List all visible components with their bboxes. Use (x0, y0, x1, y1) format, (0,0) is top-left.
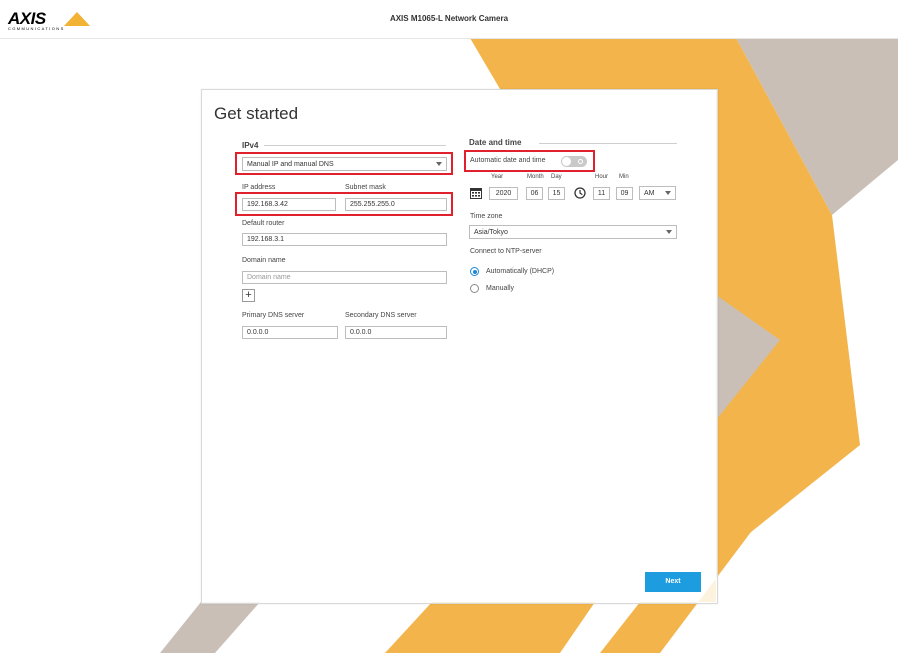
clock-icon[interactable] (574, 187, 586, 199)
primary-dns-input[interactable]: 0.0.0.0 (242, 326, 338, 339)
ampm-value: AM (644, 190, 655, 197)
next-button[interactable]: Next (645, 572, 701, 592)
hour-input[interactable]: 11 (593, 187, 610, 200)
hour-label: Hour (595, 174, 609, 180)
ipv4-section-title: IPv4 (242, 141, 259, 150)
default-router-input[interactable]: 192.168.3.1 (242, 233, 447, 246)
timezone-select[interactable]: Asia/Tokyo (469, 225, 677, 239)
domain-name-label: Domain name (242, 257, 286, 264)
timezone-label: Time zone (470, 213, 503, 220)
ntp-auto-label: Automatically (DHCP) (486, 268, 555, 275)
domain-name-input[interactable]: Domain name (242, 271, 447, 284)
calendar-icon[interactable] (470, 187, 482, 199)
ip-address-label: IP address (242, 184, 276, 191)
add-domain-button[interactable]: + (242, 289, 255, 302)
default-router-label: Default router (242, 220, 285, 227)
app-title: AXIS M1065-L Network Camera (389, 14, 509, 23)
logo-subtitle: COMMUNICATIONS (8, 26, 65, 31)
day-input[interactable]: 15 (548, 187, 565, 200)
year-input[interactable]: 2020 (489, 187, 518, 200)
ntp-auto-radio[interactable] (470, 267, 479, 276)
min-input[interactable]: 09 (616, 187, 633, 200)
subnet-mask-label: Subnet mask (345, 184, 386, 191)
secondary-dns-input[interactable]: 0.0.0.0 (345, 326, 447, 339)
highlight-auto-datetime (464, 150, 595, 172)
chevron-down-icon (665, 191, 671, 195)
top-bar: AXIS COMMUNICATIONS AXIS M1065-L Network… (0, 0, 898, 39)
month-label: Month (527, 174, 544, 180)
ampm-select[interactable]: AM (639, 186, 676, 200)
ntp-manual-radio[interactable] (470, 284, 479, 293)
ipv4-divider (264, 145, 446, 146)
datetime-divider (539, 143, 677, 144)
setup-card: Get started IPv4 Manual IP and manual DN… (201, 89, 718, 604)
ntp-label: Connect to NTP-server (470, 248, 542, 255)
chevron-down-icon (666, 230, 672, 234)
primary-dns-label: Primary DNS server (242, 312, 305, 319)
highlight-ipv4-mode (235, 152, 453, 175)
datetime-section-title: Date and time (469, 138, 522, 147)
timezone-value: Asia/Tokyo (474, 229, 508, 236)
ntp-manual-label: Manually (486, 285, 515, 292)
year-label: Year (491, 174, 504, 180)
secondary-dns-label: Secondary DNS server (345, 312, 417, 319)
min-label: Min (619, 174, 629, 180)
page-title: Get started (214, 104, 299, 123)
month-input[interactable]: 06 (526, 187, 543, 200)
day-label: Day (551, 174, 562, 180)
highlight-ip-subnet (235, 192, 453, 216)
